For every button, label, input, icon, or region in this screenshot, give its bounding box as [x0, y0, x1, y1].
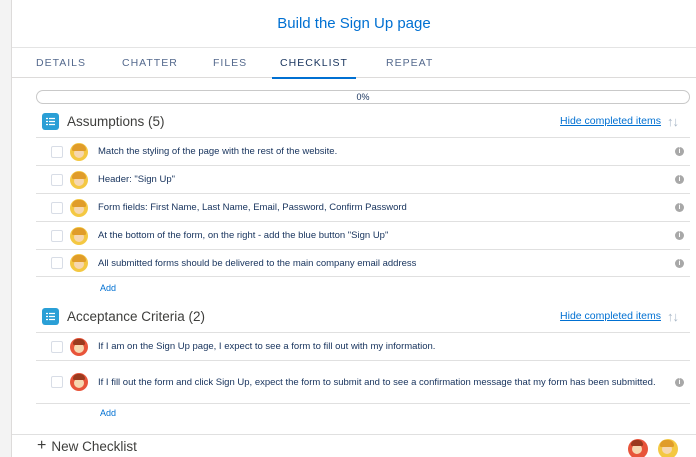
- plus-icon: +: [37, 437, 47, 454]
- tab-repeat[interactable]: REPEAT: [386, 48, 433, 78]
- task-header: Build the Sign Up page: [12, 0, 696, 48]
- tab-files[interactable]: FILES: [213, 48, 247, 78]
- avatar[interactable]: [658, 439, 678, 457]
- item-text: If I am on the Sign Up page, I expect to…: [98, 341, 436, 352]
- item-checkbox[interactable]: [51, 229, 63, 242]
- info-icon[interactable]: i: [675, 203, 684, 212]
- sort-icon[interactable]: ↑↓: [667, 309, 679, 324]
- item-text: Match the styling of the page with the r…: [98, 146, 338, 157]
- avatar: [70, 226, 88, 245]
- assumptions-title: Assumptions (5): [67, 113, 165, 129]
- info-icon[interactable]: i: [675, 258, 684, 268]
- new-checklist-button[interactable]: + New Checklist: [37, 437, 137, 455]
- hide-completed-link[interactable]: Hide completed items: [560, 310, 661, 322]
- item-text: All submitted forms should be delivered …: [98, 257, 417, 269]
- hide-completed-link[interactable]: Hide completed items: [560, 115, 661, 127]
- avatar[interactable]: [628, 439, 648, 457]
- item-checkbox[interactable]: [51, 145, 63, 158]
- tab-details[interactable]: DETAILS: [36, 48, 86, 78]
- task-panel: Build the Sign Up page DETAILS CHATTER F…: [11, 0, 696, 457]
- item-text: Header: "Sign Up": [98, 174, 175, 185]
- avatar: [70, 170, 88, 189]
- item-checkbox[interactable]: [51, 340, 63, 353]
- avatar: [70, 142, 88, 161]
- progress-label: 0%: [356, 92, 370, 102]
- avatar: [70, 254, 88, 272]
- list-item: Match the styling of the page with the r…: [36, 137, 690, 165]
- footer: + New Checklist: [12, 434, 696, 457]
- item-text: Form fields: First Name, Last Name, Emai…: [98, 202, 407, 213]
- item-text: If I fill out the form and click Sign Up…: [98, 376, 656, 388]
- item-checkbox[interactable]: [51, 201, 63, 214]
- checklist-icon: [42, 307, 59, 325]
- list-item: Form fields: First Name, Last Name, Emai…: [36, 193, 690, 221]
- add-assumption-link[interactable]: Add: [100, 283, 116, 293]
- tab-chatter[interactable]: CHATTER: [122, 48, 178, 78]
- item-checkbox[interactable]: [51, 376, 63, 388]
- sort-icon[interactable]: ↑↓: [667, 114, 679, 129]
- acceptance-header: Acceptance Criteria (2) Hide completed i…: [42, 305, 679, 327]
- checklist-icon: [42, 112, 59, 130]
- item-text: At the bottom of the form, on the right …: [98, 230, 389, 241]
- tab-bar: DETAILS CHATTER FILES CHECKLIST REPEAT: [12, 48, 696, 79]
- progress-bar: 0%: [36, 90, 690, 104]
- list-item: If I am on the Sign Up page, I expect to…: [36, 332, 690, 360]
- page-title: Build the Sign Up page: [277, 15, 431, 32]
- list-item: If I fill out the form and click Sign Up…: [36, 360, 690, 404]
- new-checklist-label: New Checklist: [51, 438, 137, 454]
- info-icon[interactable]: i: [675, 231, 684, 240]
- acceptance-title: Acceptance Criteria (2): [67, 308, 206, 324]
- tab-checklist[interactable]: CHECKLIST: [272, 48, 356, 79]
- info-icon[interactable]: i: [675, 147, 684, 156]
- list-item: At the bottom of the form, on the right …: [36, 221, 690, 249]
- assignee-avatars: [628, 439, 678, 457]
- add-criteria-link[interactable]: Add: [100, 408, 116, 418]
- avatar: [70, 373, 88, 391]
- assumptions-header: Assumptions (5) Hide completed items ↑↓: [42, 110, 679, 132]
- item-checkbox[interactable]: [51, 257, 63, 269]
- avatar: [70, 198, 88, 217]
- info-icon[interactable]: i: [675, 175, 684, 184]
- item-checkbox[interactable]: [51, 173, 63, 186]
- list-item: All submitted forms should be delivered …: [36, 249, 690, 277]
- list-item: Header: "Sign Up" i: [36, 165, 690, 193]
- avatar: [70, 337, 88, 356]
- info-icon[interactable]: i: [675, 377, 684, 387]
